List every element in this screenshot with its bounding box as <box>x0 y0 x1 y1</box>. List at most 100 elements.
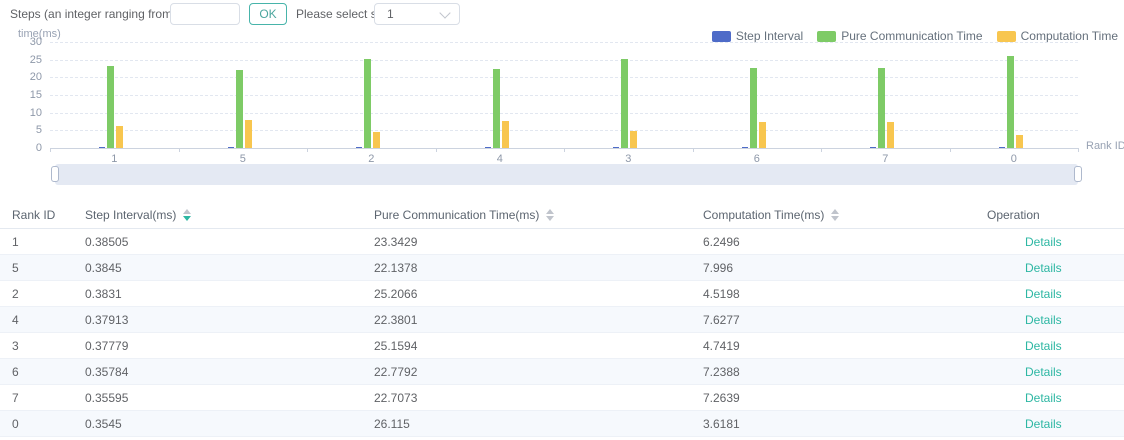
details-link[interactable]: Details <box>1025 417 1062 431</box>
legend-item-computation-time[interactable]: Computation Time <box>997 29 1118 43</box>
cell-rank-id: 0 <box>12 417 85 431</box>
bar-computation-time-rank-6 <box>759 122 766 148</box>
cell-operation: Details <box>987 365 1124 379</box>
cell-operation: Details <box>987 417 1124 431</box>
cell-rank-id: 2 <box>12 287 85 301</box>
gridline <box>50 130 1078 131</box>
table-row-rank-5: 50.384522.13787.996Details <box>0 255 1124 281</box>
details-link[interactable]: Details <box>1025 313 1062 327</box>
cell-step-interval-ms: 0.3845 <box>85 261 374 275</box>
chevron-down-icon <box>439 7 450 18</box>
bar-computation-time-rank-4 <box>502 121 509 148</box>
table-row-rank-3: 30.3777925.15944.7419Details <box>0 333 1124 359</box>
cell-computation-time-ms: 4.7419 <box>703 339 987 353</box>
x-category-label: 6 <box>727 153 787 165</box>
cell-operation: Details <box>987 391 1124 405</box>
bar-computation-time-rank-5 <box>245 120 252 148</box>
bar-step-interval-rank-3 <box>613 147 619 149</box>
column-header-label: Step Interval(ms) <box>85 208 176 222</box>
bar-step-interval-rank-4 <box>485 147 491 149</box>
bar-step-interval-rank-2 <box>356 147 362 149</box>
legend-item-step-interval[interactable]: Step Interval <box>712 29 803 43</box>
cell-step-interval-ms: 0.3831 <box>85 287 374 301</box>
column-header-step-interval-ms-[interactable]: Step Interval(ms) <box>85 208 374 222</box>
bar-pure-communication-time-rank-3 <box>621 59 628 148</box>
bar-step-interval-rank-6 <box>742 147 748 149</box>
sort-descending-caret-icon[interactable] <box>183 216 191 221</box>
details-link[interactable]: Details <box>1025 339 1062 353</box>
bar-pure-communication-time-rank-7 <box>878 68 885 148</box>
cell-rank-id: 6 <box>12 365 85 379</box>
cell-operation: Details <box>987 339 1124 353</box>
details-link[interactable]: Details <box>1025 261 1062 275</box>
legend-swatch-icon <box>817 31 836 42</box>
bar-step-interval-rank-7 <box>870 147 876 149</box>
cell-computation-time-ms: 7.996 <box>703 261 987 275</box>
cell-computation-time-ms: 3.6181 <box>703 417 987 431</box>
x-category-label: 3 <box>598 153 658 165</box>
stage-select[interactable]: 1 <box>374 3 460 25</box>
bar-pure-communication-time-rank-0 <box>1007 56 1014 148</box>
x-category-label: 0 <box>984 153 1044 165</box>
sort-icon[interactable] <box>546 209 554 221</box>
x-axis-tick <box>693 148 694 152</box>
details-link[interactable]: Details <box>1025 391 1062 405</box>
table-row-rank-2: 20.383125.20664.5198Details <box>0 281 1124 307</box>
column-header-pure-communication-time-ms-[interactable]: Pure Communication Time(ms) <box>374 208 703 222</box>
x-axis-tick <box>436 148 437 152</box>
cell-computation-time-ms: 7.2639 <box>703 391 987 405</box>
sort-descending-caret-icon[interactable] <box>546 216 554 221</box>
x-category-label: 7 <box>855 153 915 165</box>
gridline <box>50 60 1078 61</box>
cell-step-interval-ms: 0.37913 <box>85 313 374 327</box>
rank-time-bar-chart: time(ms) Rank ID Step IntervalPure Commu… <box>0 26 1124 195</box>
column-header-computation-time-ms-[interactable]: Computation Time(ms) <box>703 208 987 222</box>
column-header-label: Rank ID <box>12 208 55 222</box>
datazoom-right-handle[interactable] <box>1074 166 1082 182</box>
legend-item-pure-communication-time[interactable]: Pure Communication Time <box>817 29 982 43</box>
cell-step-interval-ms: 0.3545 <box>85 417 374 431</box>
table-body: 10.3850523.34296.2496Details50.384522.13… <box>0 229 1124 437</box>
rank-metrics-table: Rank ID Step Interval(ms) Pure Communicati… <box>0 201 1124 437</box>
x-category-label: 4 <box>470 153 530 165</box>
details-link[interactable]: Details <box>1025 365 1062 379</box>
chart-legend: Step Interval Pure Communication Time Comp… <box>698 29 1118 43</box>
column-header-label: Computation Time(ms) <box>703 208 824 222</box>
cell-step-interval-ms: 0.35595 <box>85 391 374 405</box>
cell-pure-communication-time-ms: 25.2066 <box>374 287 703 301</box>
y-tick-label: 0 <box>10 142 42 154</box>
bar-pure-communication-time-rank-2 <box>364 59 371 148</box>
datazoom-slider[interactable] <box>55 164 1078 185</box>
sort-icon[interactable] <box>183 209 191 221</box>
details-link[interactable]: Details <box>1025 235 1062 249</box>
bar-computation-time-rank-0 <box>1016 135 1023 148</box>
sort-ascending-caret-icon[interactable] <box>183 209 191 214</box>
cell-pure-communication-time-ms: 22.1378 <box>374 261 703 275</box>
sort-ascending-caret-icon[interactable] <box>546 209 554 214</box>
cell-step-interval-ms: 0.35784 <box>85 365 374 379</box>
cell-rank-id: 7 <box>12 391 85 405</box>
gridline <box>50 95 1078 96</box>
steps-input[interactable] <box>170 3 240 25</box>
cell-pure-communication-time-ms: 22.3801 <box>374 313 703 327</box>
bar-pure-communication-time-rank-6 <box>750 68 757 148</box>
x-category-label: 1 <box>84 153 144 165</box>
y-tick-label: 15 <box>10 89 42 101</box>
y-tick-label: 5 <box>10 124 42 136</box>
legend-swatch-icon <box>997 31 1016 42</box>
y-tick-label: 10 <box>10 107 42 119</box>
bar-computation-time-rank-3 <box>630 131 637 148</box>
table-row-rank-0: 00.354526.1153.6181 Details <box>0 411 1124 437</box>
cell-pure-communication-time-ms: 23.3429 <box>374 235 703 249</box>
sort-icon[interactable] <box>831 209 839 221</box>
ok-button[interactable]: OK <box>249 3 287 25</box>
sort-descending-caret-icon[interactable] <box>831 216 839 221</box>
details-link[interactable]: Details <box>1025 287 1062 301</box>
table-row-rank-6: 60.3578422.77927.2388Details <box>0 359 1124 385</box>
bar-pure-communication-time-rank-5 <box>236 70 243 148</box>
cell-pure-communication-time-ms: 22.7073 <box>374 391 703 405</box>
sort-ascending-caret-icon[interactable] <box>831 209 839 214</box>
datazoom-left-handle[interactable] <box>51 166 59 182</box>
cell-pure-communication-time-ms: 26.115 <box>374 417 703 431</box>
y-tick-label: 20 <box>10 71 42 83</box>
